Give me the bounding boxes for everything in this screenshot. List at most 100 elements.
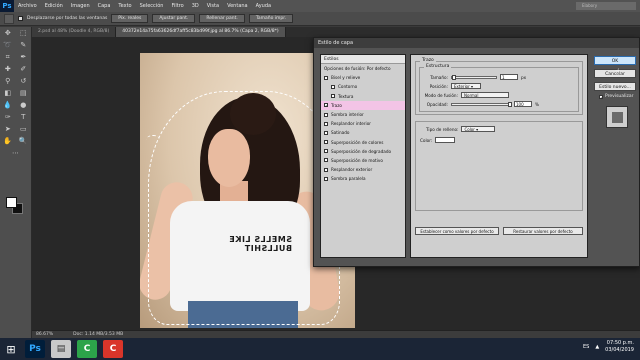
menu-capa[interactable]: Capa [94, 3, 115, 9]
eyedropper-icon[interactable]: ✒ [19, 53, 28, 62]
style-item-pattern-overlay[interactable]: Superposición de motivo [321, 156, 405, 165]
foreground-color-swatch[interactable] [6, 197, 17, 208]
explorer-task-icon[interactable]: ▤ [51, 340, 71, 358]
workspace-selector[interactable]: Elabory [576, 2, 636, 10]
crop-tool-icon[interactable]: ⌗ [3, 53, 12, 62]
menu-ayuda[interactable]: Ayuda [252, 3, 275, 9]
menu-archivo[interactable]: Archivo [14, 3, 41, 9]
stroke-group-title: Trazo [420, 58, 436, 63]
style-item-contour[interactable]: Contorno [321, 82, 405, 91]
make-default-button[interactable]: Establecer como valores por defecto [415, 227, 499, 235]
style-item-satin[interactable]: Satinado [321, 128, 405, 137]
ok-button[interactable]: OK [594, 56, 636, 65]
marquee-tool-icon[interactable]: ⬚ [19, 29, 28, 38]
menu-texto[interactable]: Texto [114, 3, 135, 9]
blending-options-item[interactable]: Opciones de fusión: Por defecto [321, 64, 405, 73]
gradient-overlay-checkbox[interactable] [324, 149, 328, 154]
shape-tool-icon[interactable]: ▭ [19, 125, 28, 134]
color-overlay-checkbox[interactable] [324, 140, 328, 145]
brush-tool-icon[interactable]: ✐ [19, 65, 28, 74]
style-item-stroke[interactable]: Trazo [321, 100, 405, 110]
inner-shadow-checkbox[interactable] [324, 112, 328, 117]
zoom-tool-icon[interactable]: 🔍 [19, 137, 28, 146]
stroke-checkbox[interactable] [324, 103, 328, 108]
style-item-texture[interactable]: Textura [321, 92, 405, 101]
language-indicator[interactable]: ES [583, 344, 589, 350]
camtasia-green-task-icon[interactable]: C [77, 340, 97, 358]
size-input[interactable]: 1 [500, 74, 518, 80]
position-select[interactable]: Exterior ▾ [451, 83, 481, 89]
clock[interactable]: 07:50 p.m. 03/04/2019 [605, 340, 634, 354]
drop-shadow-checkbox[interactable] [324, 176, 328, 181]
style-item-drop-shadow[interactable]: Sombra paralela [321, 174, 405, 183]
path-select-icon[interactable]: ➤ [3, 125, 12, 134]
gradient-tool-icon[interactable]: ▤ [19, 89, 28, 98]
hand-tool-icon[interactable]: ✋ [3, 137, 12, 146]
history-brush-icon[interactable]: ↺ [19, 77, 28, 86]
menu-filtro[interactable]: Filtro [167, 3, 187, 9]
texture-checkbox[interactable] [331, 94, 335, 99]
style-item-label: Contorno [338, 84, 358, 90]
style-item-bevel[interactable]: Bisel y relieve [321, 73, 405, 82]
size-slider-thumb[interactable] [452, 74, 456, 80]
scroll-all-checkbox[interactable] [18, 16, 23, 21]
stroke-color-swatch[interactable] [435, 137, 456, 143]
menu-3d[interactable]: 3D [188, 3, 203, 9]
menu-imagen[interactable]: Imagen [67, 3, 94, 9]
print-size-button[interactable]: Tamaño impr. [248, 14, 294, 23]
hand-tool-preset-icon[interactable] [4, 13, 14, 24]
menu-edicion[interactable]: Edición [41, 3, 67, 9]
style-item-gradient-overlay[interactable]: Superposición de degradado [321, 147, 405, 156]
preview-checkbox[interactable] [599, 94, 603, 99]
opacity-slider-thumb[interactable] [508, 101, 512, 107]
dodge-tool-icon[interactable]: ● [19, 101, 28, 110]
fill-type-select[interactable]: Color ▾ [461, 126, 496, 132]
menu-bar: Ps Archivo Edición Imagen Capa Texto Sel… [0, 0, 640, 12]
type-tool-icon[interactable]: T [19, 113, 28, 122]
more-tools-icon[interactable]: ⋯ [11, 149, 20, 158]
pen-tool-icon[interactable]: ✑ [3, 113, 12, 122]
pattern-overlay-checkbox[interactable] [324, 158, 328, 163]
bevel-checkbox[interactable] [324, 75, 328, 80]
size-slider[interactable] [451, 74, 497, 80]
styles-header[interactable]: Estilos [321, 55, 405, 64]
camtasia-red-task-icon[interactable]: C [103, 340, 123, 358]
reset-default-button[interactable]: Restaurar valores por defecto [503, 227, 583, 235]
blur-tool-icon[interactable]: 💧 [3, 101, 12, 110]
new-style-button[interactable]: Estilo nuevo... [594, 82, 636, 91]
opacity-slider[interactable] [451, 101, 512, 107]
style-item-inner-shadow[interactable]: Sombra interior [321, 110, 405, 119]
photoshop-task-icon[interactable]: Ps [25, 340, 45, 358]
style-item-label: Superposición de colores [331, 139, 384, 145]
inner-glow-checkbox[interactable] [324, 121, 328, 126]
tab-photo-jpg[interactable]: 40372e14a75fa63626df7aff5c83bd99f.jpg al… [116, 27, 286, 37]
quick-select-icon[interactable]: ✎ [19, 41, 28, 50]
outer-glow-checkbox[interactable] [324, 167, 328, 172]
clone-stamp-icon[interactable]: ⚲ [3, 77, 12, 86]
move-tool-icon[interactable]: ✥ [3, 29, 12, 38]
style-item-inner-glow[interactable]: Resplandor interior [321, 119, 405, 128]
selection-stray-stroke [146, 135, 160, 145]
fit-screen-button[interactable]: Ajustar pant. [152, 14, 196, 23]
actual-pixels-button[interactable]: Pix. reales [111, 14, 149, 23]
style-preview-swatch [611, 111, 623, 123]
network-icon[interactable]: ▲ [595, 344, 599, 350]
lasso-tool-icon[interactable]: ➰ [3, 41, 12, 50]
menu-ventana[interactable]: Ventana [223, 3, 252, 9]
windows-start-icon[interactable]: ⊞ [0, 338, 22, 360]
tab-doodle-psd[interactable]: 2.psd al 48% (Doodle 4, RGB/8) [32, 27, 117, 37]
menu-vista[interactable]: Vista [203, 3, 223, 9]
eraser-tool-icon[interactable]: ◧ [3, 89, 12, 98]
satin-checkbox[interactable] [324, 130, 328, 135]
opacity-input[interactable]: 100 [514, 101, 532, 107]
zoom-level[interactable]: 86.67% [36, 332, 53, 337]
style-preview-thumbnail [606, 106, 628, 128]
healing-brush-icon[interactable]: ✚ [3, 65, 12, 74]
contour-checkbox[interactable] [331, 84, 335, 89]
menu-seleccion[interactable]: Selección [136, 3, 168, 9]
blend-mode-select[interactable]: Normal [461, 92, 509, 98]
system-tray: ES ▲ 07:50 p.m. 03/04/2019 [583, 340, 634, 354]
style-item-outer-glow[interactable]: Resplandor exterior [321, 165, 405, 174]
fill-screen-button[interactable]: Rellenar pant. [199, 14, 245, 23]
style-item-color-overlay[interactable]: Superposición de colores [321, 138, 405, 147]
